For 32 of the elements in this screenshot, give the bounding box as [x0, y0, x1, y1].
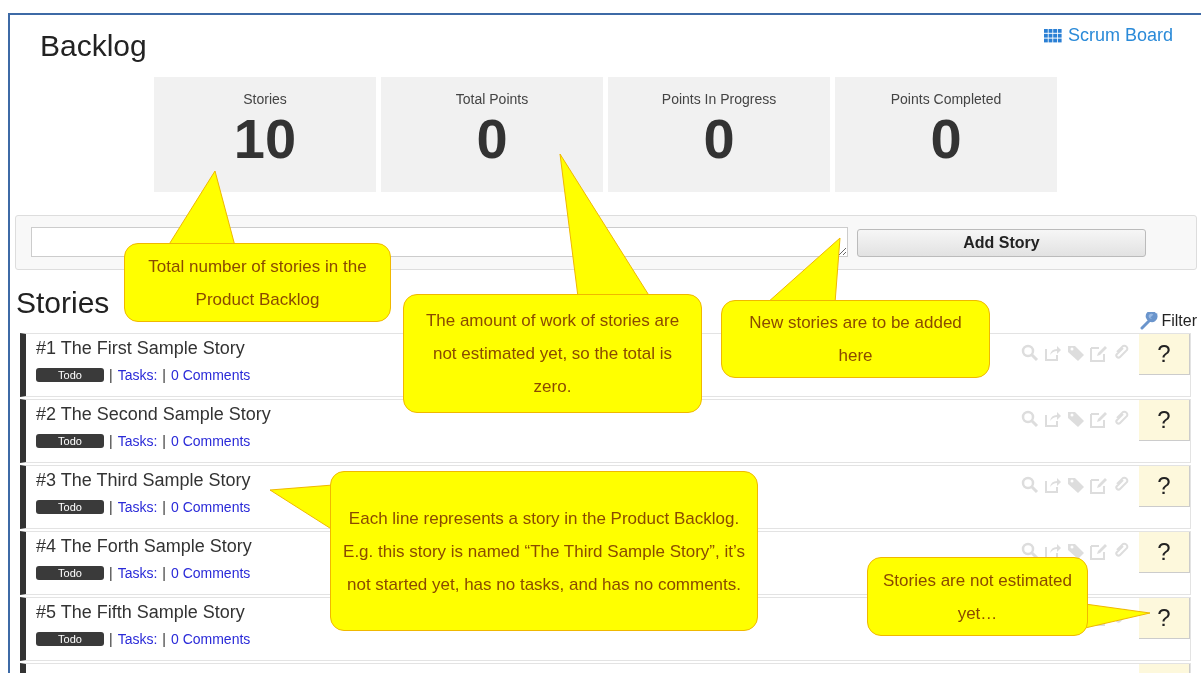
callout-tooltip: Each line represents a story in the Product Backlog. E.g. this story is named “The Third Sample Story”, it’s not started yet, has no tasks, and has no comments.	[330, 471, 758, 631]
story-title: #5 The Fifth Sample Story	[36, 602, 245, 623]
status-badge: Todo	[36, 632, 104, 646]
callout-tooltip: Stories are not estimated yet…	[867, 557, 1088, 636]
page-title: Backlog	[40, 29, 147, 63]
story-title: #2 The Second Sample Story	[36, 404, 271, 425]
status-badge: Todo	[36, 368, 104, 382]
story-title: #4 The Forth Sample Story	[36, 536, 252, 557]
stat-label: Stories	[242, 91, 288, 107]
stat-label: Points Completed	[889, 91, 1003, 107]
stories-heading: Stories	[16, 286, 110, 320]
stat-value: 0	[702, 107, 736, 171]
stat-value: 0	[475, 107, 509, 171]
separator-text: |	[162, 433, 166, 449]
status-badge: Todo	[36, 566, 104, 580]
story-title: #3 The Third Sample Story	[36, 470, 251, 491]
stat-label: Points In Progress	[660, 91, 778, 107]
separator-text: |	[162, 367, 166, 383]
separator-text: |	[162, 631, 166, 647]
status-badge: Todo	[36, 500, 104, 514]
separator-text: |	[162, 565, 166, 581]
separator-text: |	[162, 499, 166, 515]
status-badge: Todo	[36, 434, 104, 448]
separator-text: |	[109, 565, 113, 581]
story-title: #1 The First Sample Story	[36, 338, 245, 359]
stat-label: Total Points	[454, 91, 530, 107]
separator-text: |	[109, 367, 113, 383]
separator-text: |	[109, 499, 113, 515]
stat-value: 10	[232, 107, 298, 171]
separator-text: |	[109, 631, 113, 647]
separator-text: |	[109, 433, 113, 449]
stat-value: 0	[929, 107, 963, 171]
